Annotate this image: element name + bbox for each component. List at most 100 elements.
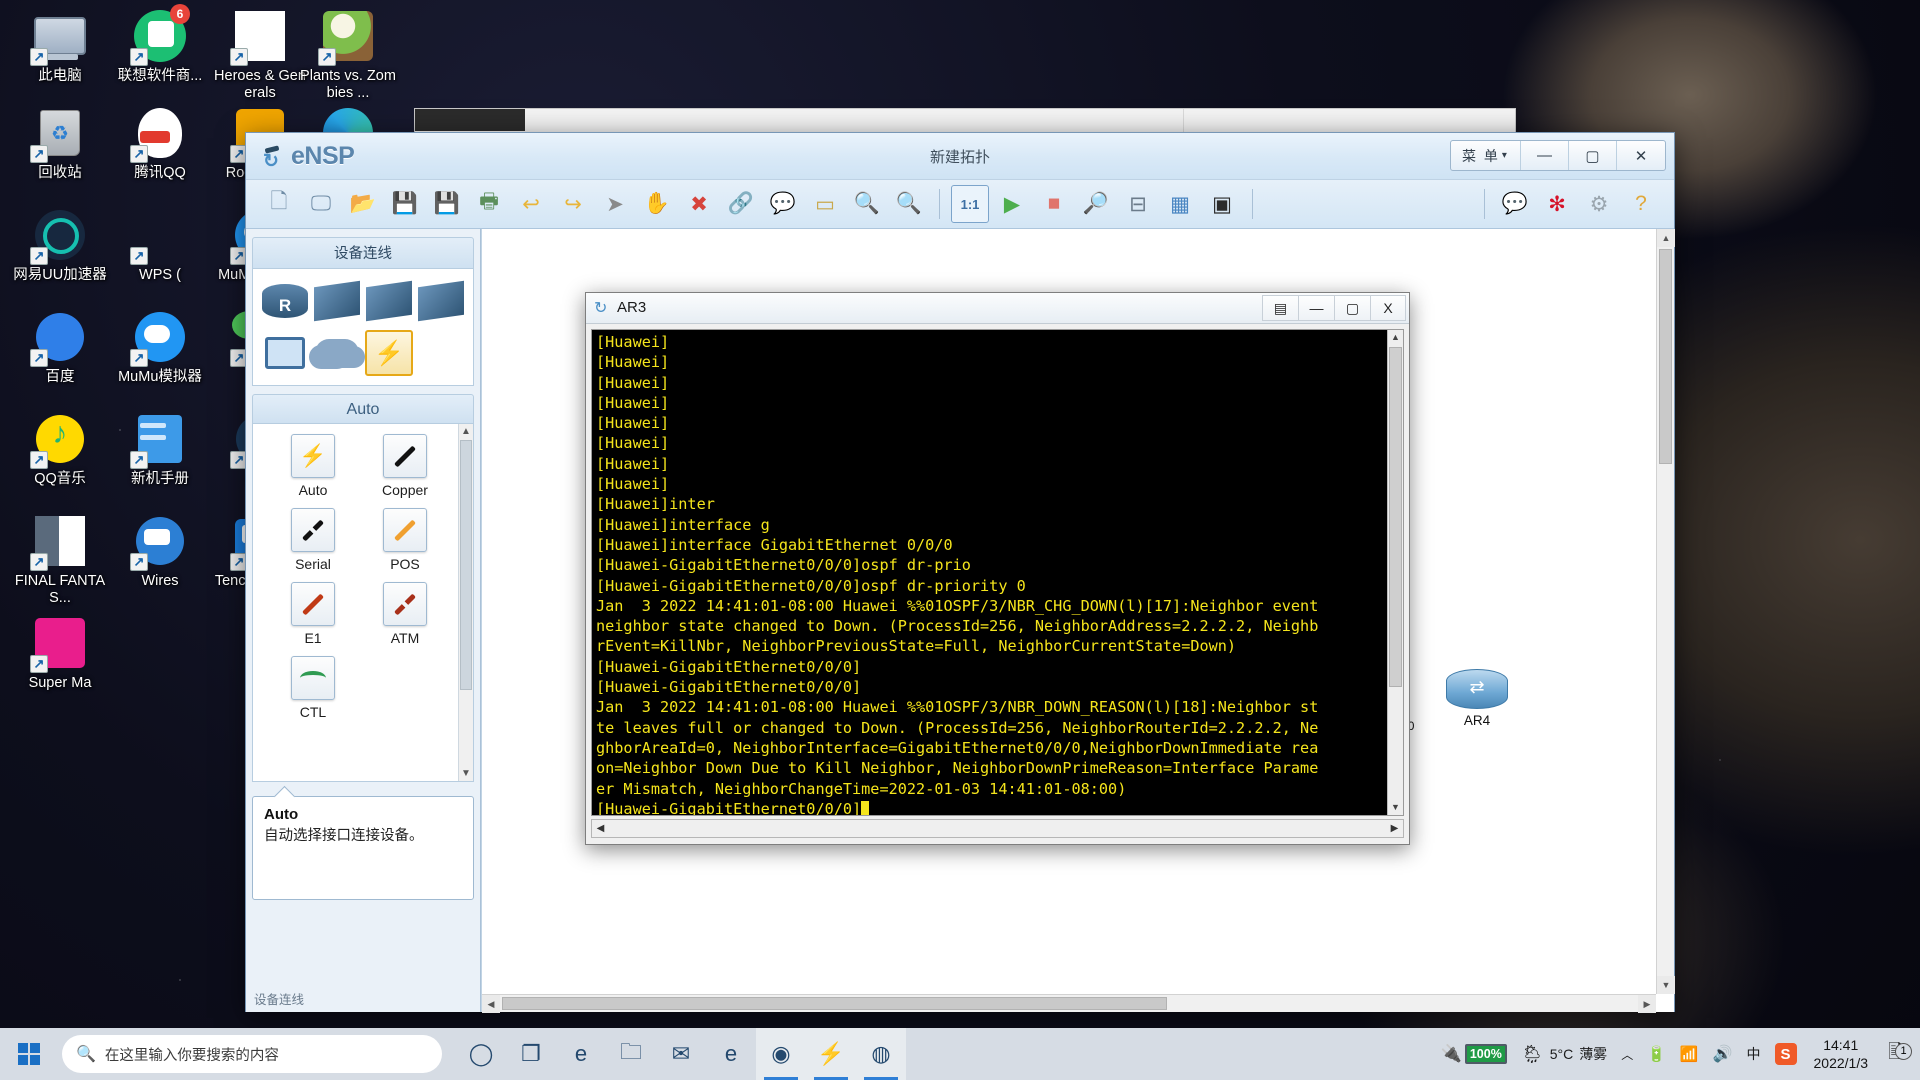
canvas-hscroll-thumb[interactable] <box>502 997 1167 1010</box>
device-firewall[interactable] <box>417 278 465 324</box>
weather-widget[interactable]: 🌦 5°C 薄雾 <box>1514 1028 1614 1080</box>
desktop-icon-this-pc[interactable]: 此电脑 <box>12 8 108 85</box>
taskbar-edge[interactable]: e <box>556 1028 606 1080</box>
topology-tree-icon[interactable]: ⊟ <box>1119 185 1157 223</box>
desktop-icon-heroes-and-generals[interactable]: Heroes & Generals <box>212 8 308 102</box>
huawei-logo-icon[interactable]: ✻ <box>1538 185 1576 223</box>
undo-icon[interactable]: ↩ <box>512 185 550 223</box>
device-wlan[interactable] <box>365 278 413 324</box>
desktop-icon-wps-office[interactable]: WPS ( <box>112 207 208 284</box>
zoom-reset-1to1-icon[interactable]: 1:1 <box>951 185 989 223</box>
cable-grid[interactable]: ⚡ Auto Copper Serial POS E1 ATM CTL <box>253 424 465 720</box>
open-icon[interactable]: 📂 <box>344 185 382 223</box>
scroll-down-icon[interactable]: ▼ <box>459 766 473 781</box>
taskbar-ensp-window[interactable]: ⚡ <box>806 1028 856 1080</box>
cable-ctl[interactable]: CTL <box>267 656 359 720</box>
cli-scroll-up-icon[interactable]: ▲ <box>1388 330 1403 345</box>
start-button[interactable] <box>0 1028 58 1080</box>
ar3-restore-button[interactable]: ▤ <box>1262 295 1298 321</box>
maximize-button[interactable]: ▢ <box>1569 141 1617 170</box>
print-icon[interactable]: 🖶 <box>470 185 508 223</box>
help-icon[interactable]: ? <box>1622 185 1660 223</box>
settings-gear-icon[interactable]: ⚙ <box>1580 185 1618 223</box>
system-tray[interactable]: 🔌 100% 🌦 5°C 薄雾 ︿ 🔋 📶 🔊 中 S 14:41 2022/1… <box>1434 1028 1920 1080</box>
power-battery-indicator[interactable]: 🔌 100% <box>1434 1028 1514 1080</box>
desktop-icon-wireshark[interactable]: Wires <box>112 513 208 590</box>
desktop-icon-tencent-qq[interactable]: 腾讯QQ <box>112 105 208 182</box>
cable-e1[interactable]: E1 <box>267 582 359 646</box>
desktop-icon-final-fantasy[interactable]: FINAL FANTAS... <box>12 513 108 607</box>
desktop-icon-baidu[interactable]: 百度 <box>12 309 108 386</box>
add-shape-icon[interactable]: ▭ <box>806 185 844 223</box>
cli-console-icon[interactable]: ▣ <box>1203 185 1241 223</box>
ar3-cli-window[interactable]: ↻ AR3 ▤ — ▢ X [Huawei] [Huawei] [Huawei]… <box>585 292 1410 845</box>
cli-horizontal-scrollbar[interactable]: ◀ ▶ <box>591 819 1404 838</box>
taskbar-steam[interactable]: ◉ <box>756 1028 806 1080</box>
ime-indicator[interactable]: 中 <box>1740 1028 1768 1080</box>
cable-serial[interactable]: Serial <box>267 508 359 572</box>
minimize-button[interactable]: — <box>1521 141 1569 170</box>
ar3-close-button[interactable]: X <box>1370 295 1406 321</box>
cli-scroll-left-icon[interactable]: ◀ <box>592 823 609 834</box>
desktop-icon-mumu-emulator[interactable]: MuMu模拟器 <box>112 309 208 386</box>
new-topology-icon[interactable]: 🗋 <box>260 185 298 223</box>
device-cloud[interactable] <box>313 330 361 376</box>
grid-icon[interactable]: ▦ <box>1161 185 1199 223</box>
menu-button[interactable]: 菜 单 ▾ <box>1451 141 1521 170</box>
desktop-icon-new-device-manual[interactable]: 新机手册 <box>112 411 208 488</box>
cli-scroll-thumb[interactable] <box>1389 347 1402 687</box>
taskbar-app-buttons[interactable]: ◯ ❐ e 🗀 ✉ e ◉ ⚡ ◍ <box>456 1028 906 1080</box>
cli-terminal[interactable]: [Huawei] [Huawei] [Huawei] [Huawei] [Hua… <box>591 329 1404 816</box>
select-pointer-icon[interactable]: ➤ <box>596 185 634 223</box>
taskbar-ensp-shortcut[interactable]: e <box>706 1028 756 1080</box>
cable-type-list[interactable]: ⚡ Auto Copper Serial POS E1 ATM CTL ▲ ▼ <box>252 424 474 782</box>
close-button[interactable]: ✕ <box>1617 141 1665 170</box>
cli-vertical-scrollbar[interactable]: ▲ ▼ <box>1387 330 1403 815</box>
canvas-scroll-right-icon[interactable]: ▶ <box>1638 995 1656 1013</box>
desktop-icon-qq-music[interactable]: QQ音乐 <box>12 411 108 488</box>
ar3-title-bar[interactable]: ↻ AR3 ▤ — ▢ X <box>586 293 1409 324</box>
save-icon[interactable]: 💾 <box>386 185 424 223</box>
ar3-minimize-button[interactable]: — <box>1298 295 1334 321</box>
canvas-scroll-left-icon[interactable]: ◀ <box>482 995 500 1013</box>
capture-packet-icon[interactable]: 🔎 <box>1077 185 1115 223</box>
save-as-icon[interactable]: 💾 <box>428 185 466 223</box>
desktop-icon-netease-uu-booster[interactable]: 网易UU加速器 <box>12 207 108 284</box>
windows-taskbar[interactable]: 🔍 在这里输入你要搜索的内容 ◯ ❐ e 🗀 ✉ e ◉ ⚡ ◍ 🔌 100% 🌦 5°C 薄雾… <box>0 1028 1920 1080</box>
device-connection[interactable]: ⚡ <box>365 330 413 376</box>
desktop-icon-recycle-bin[interactable]: 回收站 <box>12 105 108 182</box>
pan-hand-icon[interactable]: ✋ <box>638 185 676 223</box>
zoom-out-icon[interactable]: 🔍 <box>890 185 928 223</box>
ensp-title-bar[interactable]: eNSP 新建拓扑 菜 单▾ — ▢ ✕ <box>246 133 1674 180</box>
stop-device-icon[interactable]: ■ <box>1035 185 1073 223</box>
cli-scroll-right-icon[interactable]: ▶ <box>1386 823 1403 834</box>
cli-scroll-down-icon[interactable]: ▼ <box>1388 800 1403 815</box>
feedback-icon[interactable]: 💬 <box>1496 185 1534 223</box>
tray-network-icon[interactable]: 📶 <box>1673 1028 1706 1080</box>
tray-volume-icon[interactable]: 🔊 <box>1706 1028 1740 1080</box>
cable-pos[interactable]: POS <box>359 508 451 572</box>
ar3-maximize-button[interactable]: ▢ <box>1334 295 1370 321</box>
taskbar-file-explorer[interactable]: 🗀 <box>606 1028 656 1080</box>
delete-icon[interactable]: ✖ <box>680 185 718 223</box>
cable-copper[interactable]: Copper <box>359 434 451 498</box>
cable-auto[interactable]: ⚡ Auto <box>267 434 359 498</box>
new-device-icon[interactable]: 🖵 <box>302 185 340 223</box>
canvas-horizontal-scrollbar[interactable]: ◀ ▶ <box>482 994 1656 1013</box>
device-switch[interactable] <box>313 278 361 324</box>
canvas-vertical-scrollbar[interactable]: ▲ ▼ <box>1656 229 1675 994</box>
canvas-scroll-down-icon[interactable]: ▼ <box>1657 976 1675 994</box>
delete-link-icon[interactable]: 🔗 <box>722 185 760 223</box>
taskbar-wechat[interactable]: ◍ <box>856 1028 906 1080</box>
device-router[interactable]: R <box>261 278 309 324</box>
desktop-icon-plants-vs-zombies[interactable]: Plants vs. Zombies ... <box>300 8 396 102</box>
desktop-icon-lenovo-store[interactable]: 6 联想软件商... <box>112 4 208 85</box>
scroll-thumb[interactable] <box>460 440 472 690</box>
taskbar-task-view[interactable]: ❐ <box>506 1028 556 1080</box>
scroll-up-icon[interactable]: ▲ <box>459 424 473 439</box>
start-device-icon[interactable]: ▶ <box>993 185 1031 223</box>
redo-icon[interactable]: ↪ <box>554 185 592 223</box>
node-ar4[interactable]: AR4 <box>1432 669 1522 728</box>
search-input[interactable]: 🔍 在这里输入你要搜索的内容 <box>62 1035 442 1073</box>
cable-atm[interactable]: ATM <box>359 582 451 646</box>
